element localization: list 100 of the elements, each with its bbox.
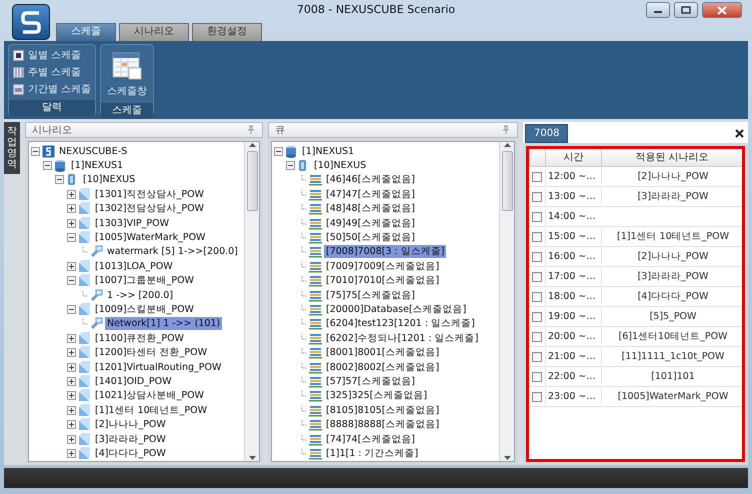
- column-header[interactable]: 시간: [545, 149, 601, 167]
- pin-icon[interactable]: [246, 125, 256, 135]
- pane-title: 시나리오: [32, 124, 72, 138]
- tree-item[interactable]: [1100]큐전환_POW: [93, 332, 186, 345]
- tree-item[interactable]: [1005]WaterMark_POW: [93, 231, 208, 244]
- close-button[interactable]: [702, 2, 742, 18]
- pin-icon[interactable]: [501, 125, 511, 135]
- tree-item[interactable]: [1303]VIP_POW: [93, 216, 171, 230]
- ribbon-button[interactable]: 기간별 스케줄: [13, 81, 92, 98]
- checkbox[interactable]: [532, 312, 542, 322]
- checkbox[interactable]: [532, 192, 542, 202]
- expand-icon[interactable]: [67, 391, 76, 400]
- tree-item[interactable]: [1]NEXUS1: [300, 144, 356, 158]
- checkbox[interactable]: [532, 352, 542, 362]
- collapse-icon[interactable]: [31, 146, 40, 156]
- tree-item[interactable]: [10]NEXUS: [312, 159, 368, 172]
- expand-icon[interactable]: [67, 362, 76, 372]
- expand-icon[interactable]: [67, 262, 76, 271]
- checkbox[interactable]: [532, 232, 542, 242]
- tree-item[interactable]: [8105]8105[스케줄없음]: [324, 404, 442, 417]
- collapse-icon[interactable]: [43, 161, 52, 170]
- tree-item[interactable]: [8001]8001[스케줄없음]: [324, 346, 442, 360]
- tree-item[interactable]: [10]NEXUS: [81, 173, 138, 186]
- tree-item[interactable]: [75]75[스케줄없음]: [324, 288, 418, 302]
- scrollbar-thumb[interactable]: [502, 151, 512, 211]
- tree-item[interactable]: [57]57[스케줄없음]: [324, 374, 418, 388]
- collapse-icon[interactable]: [274, 146, 283, 156]
- maximize-button[interactable]: [674, 2, 698, 18]
- collapse-icon[interactable]: [55, 175, 64, 184]
- ribbon-button[interactable]: 주별 스케줄: [13, 64, 92, 81]
- tree-item[interactable]: [74]74[스케줄없음]: [324, 432, 418, 446]
- tree-item[interactable]: [7010]7010[스케줄없음]: [324, 274, 442, 288]
- scrollbar[interactable]: [499, 142, 514, 461]
- close-icon[interactable]: [735, 129, 744, 138]
- tree-item[interactable]: [1]NEXUS1: [69, 159, 126, 172]
- expand-icon[interactable]: [67, 448, 76, 458]
- tree-item[interactable]: [50]50[스케줄없음]: [324, 231, 418, 244]
- tree-item[interactable]: [1200]타센터 전환_POW: [93, 346, 209, 360]
- ribbon-tab[interactable]: 시나리오: [119, 23, 189, 41]
- checkbox[interactable]: [532, 272, 542, 282]
- checkbox[interactable]: [532, 252, 542, 262]
- expand-icon[interactable]: [67, 348, 76, 358]
- tree-item[interactable]: [46]46[스케줄없음]: [324, 173, 418, 186]
- scrollbar-thumb[interactable]: [246, 151, 258, 211]
- tree-item[interactable]: Network[1] 1 ->> (101): [105, 317, 222, 330]
- tree-item[interactable]: NEXUSCUBE-S: [57, 144, 130, 158]
- collapse-icon[interactable]: [67, 304, 76, 314]
- scrollbar[interactable]: [244, 142, 259, 461]
- expand-icon[interactable]: [67, 406, 76, 415]
- tree-item[interactable]: [1302]전담상담사_POW: [93, 202, 206, 216]
- expand-icon[interactable]: [67, 420, 76, 430]
- tree-item[interactable]: [20000]Database[스케줄없음]: [324, 302, 468, 316]
- tree-item[interactable]: [1]1센터 10테넌트_POW: [93, 404, 209, 417]
- tree-item[interactable]: [7009]7009[스케줄없음]: [324, 260, 442, 273]
- ribbon-tab[interactable]: 환경설정: [192, 23, 262, 41]
- tree-item[interactable]: [47]47[스케줄없음]: [324, 188, 418, 201]
- expand-icon[interactable]: [67, 204, 76, 214]
- tree-item[interactable]: [4]다다다_POW: [93, 446, 168, 460]
- tree-item[interactable]: [325]325[스케줄없음]: [324, 389, 430, 402]
- collapse-icon[interactable]: [67, 233, 76, 242]
- expand-icon[interactable]: [67, 376, 76, 386]
- tree-item[interactable]: [6202]수정되나[1201 : 일스케줄]: [324, 332, 480, 345]
- app-logo[interactable]: [12, 4, 50, 40]
- tree-item[interactable]: [1]1[1 : 기간스케줄]: [324, 446, 420, 460]
- minimize-button[interactable]: [646, 2, 670, 18]
- collapse-icon[interactable]: [67, 276, 76, 286]
- collapse-icon[interactable]: [286, 161, 295, 170]
- checkbox[interactable]: [532, 332, 542, 342]
- tree-item[interactable]: watermark [5] 1->>[200.0]: [105, 245, 240, 258]
- tree-item[interactable]: [48]48[스케줄없음]: [324, 202, 418, 216]
- checkbox[interactable]: [532, 392, 542, 402]
- tree-item[interactable]: 1 ->> [200.0]: [105, 288, 176, 302]
- column-header[interactable]: 적용된 시나리오: [601, 149, 742, 167]
- expand-icon[interactable]: [67, 190, 76, 199]
- document-tab[interactable]: 7008: [525, 124, 568, 143]
- ribbon-button[interactable]: 일별 스케줄: [13, 47, 92, 64]
- tree-item[interactable]: [1201]VirtualRouting_POW: [93, 360, 224, 374]
- checkbox[interactable]: [532, 292, 542, 302]
- checkbox[interactable]: [532, 172, 542, 182]
- tree-item[interactable]: [8888]8888[스케줄없음]: [324, 418, 442, 432]
- tree-item[interactable]: [3]라라라_POW: [93, 432, 168, 446]
- checkbox[interactable]: [532, 212, 542, 222]
- tree-item[interactable]: [7008]7008[3 : 일스케줄]: [324, 245, 446, 258]
- tree-item[interactable]: [1013]LOA_POW: [93, 260, 175, 273]
- side-tab[interactable]: 작업영역: [4, 122, 20, 174]
- checkbox[interactable]: [532, 372, 542, 382]
- tree-item[interactable]: [2]나나나_POW: [93, 418, 168, 432]
- tree-item[interactable]: [6204]test123[1201 : 일스케줄]: [324, 317, 477, 330]
- tree-item[interactable]: [8002]8002[스케줄없음]: [324, 360, 442, 374]
- ribbon-tab[interactable]: 스케줄: [56, 23, 116, 41]
- tree-item[interactable]: [1301]직전상담사_POW: [93, 188, 206, 201]
- tree-item[interactable]: [1009]스킬분배_POW: [93, 302, 196, 316]
- tree-item[interactable]: [1021]상담사분배_POW: [93, 389, 206, 402]
- tree-item[interactable]: [49]49[스케줄없음]: [324, 216, 418, 230]
- tree-item[interactable]: [1401]OID_POW: [93, 374, 174, 388]
- tree-item[interactable]: [1007]그룹분배_POW: [93, 274, 196, 288]
- expand-icon[interactable]: [67, 334, 76, 343]
- ribbon-button[interactable]: 스케줄창: [105, 47, 150, 101]
- expand-icon[interactable]: [67, 218, 76, 228]
- expand-icon[interactable]: [67, 434, 76, 444]
